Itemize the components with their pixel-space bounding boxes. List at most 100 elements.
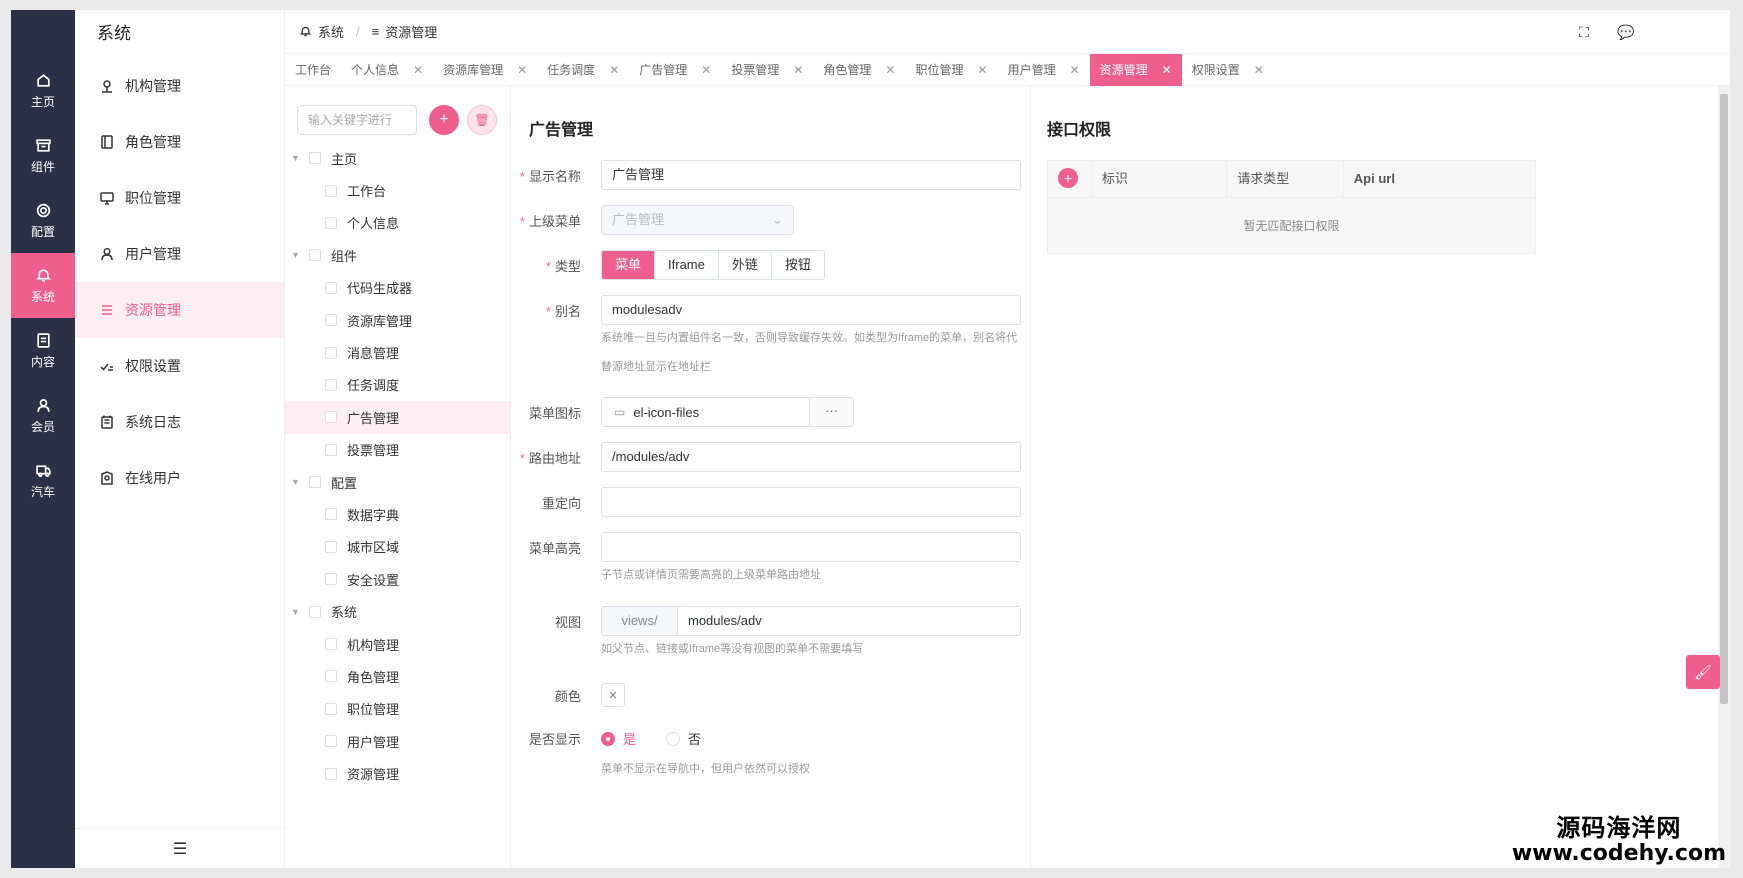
caret-down-icon[interactable]: ▼: [291, 250, 303, 260]
rail-item-home[interactable]: 主页: [11, 58, 75, 123]
tree-leaf-node[interactable]: 城市区域: [285, 531, 510, 563]
sub-item-log[interactable]: 系统日志: [75, 394, 284, 450]
tree-node-checkbox[interactable]: [325, 702, 337, 715]
chat-icon[interactable]: 💬: [1617, 24, 1634, 40]
tree-leaf-node[interactable]: 资源管理: [285, 757, 510, 789]
tree-node-checkbox[interactable]: [325, 314, 337, 327]
icon-picker-more-button[interactable]: ···: [809, 398, 853, 426]
type-option-iframe[interactable]: Iframe: [655, 251, 719, 279]
tree-leaf-node[interactable]: 用户管理: [285, 725, 510, 757]
theme-settings-button[interactable]: 🖌: [1686, 655, 1720, 689]
fullscreen-icon[interactable]: ⛶: [1576, 24, 1592, 40]
view-input[interactable]: views/ modules/adv: [601, 606, 1021, 636]
close-icon[interactable]: ✕: [609, 54, 619, 86]
tree-group-node[interactable]: ▼ 主页: [285, 142, 510, 174]
parent-menu-select[interactable]: 广告管理 ⌄: [601, 205, 794, 235]
caret-down-icon[interactable]: ▼: [291, 477, 303, 487]
tab-permissions[interactable]: 权限设置 ✕: [1182, 54, 1274, 86]
tree-node-checkbox[interactable]: [325, 443, 337, 456]
scrollbar-thumb[interactable]: [1720, 94, 1728, 704]
tab-users[interactable]: 用户管理 ✕: [998, 54, 1090, 86]
tab-scheduler[interactable]: 任务调度 ✕: [537, 54, 629, 86]
close-icon[interactable]: ✕: [517, 54, 527, 86]
type-option-menu[interactable]: 菜单: [602, 251, 656, 279]
tree-leaf-node[interactable]: 工作台: [285, 174, 510, 206]
tree-leaf-node[interactable]: 投票管理: [285, 434, 510, 466]
caret-down-icon[interactable]: ▼: [291, 607, 303, 617]
tree-leaf-node[interactable]: 数据字典: [285, 498, 510, 530]
rail-item-member[interactable]: 会员: [11, 383, 75, 448]
breadcrumb-item[interactable]: 系统: [318, 22, 344, 41]
tree-node-checkbox[interactable]: [325, 508, 337, 521]
tree-node-checkbox[interactable]: [325, 184, 337, 197]
display-name-input[interactable]: 广告管理: [601, 160, 1021, 190]
tree-node-checkbox[interactable]: [309, 605, 321, 618]
tree-node-checkbox[interactable]: [309, 152, 321, 165]
rail-item-content[interactable]: 内容: [11, 318, 75, 383]
close-icon[interactable]: ✕: [978, 54, 988, 86]
tree-node-checkbox[interactable]: [325, 346, 337, 359]
rail-item-config[interactable]: 配置: [11, 188, 75, 253]
tree-node-checkbox[interactable]: [325, 670, 337, 683]
alias-input[interactable]: modulesadv: [601, 295, 1021, 325]
tree-search-input[interactable]: 输入关键字进行: [297, 105, 417, 135]
tree-node-checkbox[interactable]: [325, 378, 337, 391]
add-node-button[interactable]: +: [429, 105, 459, 135]
page-scrollbar[interactable]: [1718, 86, 1730, 868]
add-api-button[interactable]: +: [1058, 168, 1078, 188]
sub-item-org[interactable]: 机构管理: [75, 58, 284, 114]
sub-item-role[interactable]: 角色管理: [75, 114, 284, 170]
sub-item-position[interactable]: 职位管理: [75, 170, 284, 226]
tree-node-checkbox[interactable]: [325, 735, 337, 748]
tab-resource-lib[interactable]: 资源库管理 ✕: [433, 54, 537, 86]
close-icon[interactable]: ✕: [1162, 54, 1172, 86]
tree-group-node[interactable]: ▼ 系统: [285, 595, 510, 627]
tab-profile[interactable]: 个人信息 ✕: [341, 54, 433, 86]
tab-roles[interactable]: 角色管理 ✕: [813, 54, 905, 86]
close-icon[interactable]: ✕: [1070, 54, 1080, 86]
tree-leaf-node[interactable]: 资源库管理: [285, 304, 510, 336]
tree-node-checkbox[interactable]: [325, 573, 337, 586]
rail-item-system[interactable]: 系统: [11, 253, 75, 318]
tree-node-checkbox[interactable]: [325, 767, 337, 780]
caret-down-icon[interactable]: ▼: [291, 153, 303, 163]
delete-node-button[interactable]: 🗑: [467, 105, 497, 135]
menu-icon-value[interactable]: ▭ el-icon-files: [602, 405, 809, 420]
tree-node-checkbox[interactable]: [309, 476, 321, 489]
tree-leaf-node[interactable]: 消息管理: [285, 336, 510, 368]
rail-item-components[interactable]: 组件: [11, 123, 75, 188]
tree-group-node[interactable]: ▼ 组件: [285, 239, 510, 271]
tab-positions[interactable]: 职位管理 ✕: [905, 54, 997, 86]
visible-no-radio[interactable]: 否: [666, 729, 701, 748]
tree-node-checkbox[interactable]: [325, 216, 337, 229]
close-icon[interactable]: ✕: [701, 54, 711, 86]
sub-item-resource[interactable]: 资源管理: [75, 282, 284, 338]
tree-leaf-node[interactable]: 职位管理: [285, 693, 510, 725]
type-option-button[interactable]: 按钮: [772, 251, 824, 279]
rail-item-car[interactable]: 汽车: [11, 448, 75, 513]
tree-group-node[interactable]: ▼ 配置: [285, 466, 510, 498]
highlight-input[interactable]: [601, 532, 1021, 562]
tree-leaf-node[interactable]: 代码生成器: [285, 272, 510, 304]
sub-item-permission[interactable]: 权限设置: [75, 338, 284, 394]
close-icon[interactable]: ✕: [1254, 54, 1264, 86]
close-icon[interactable]: ✕: [885, 54, 895, 86]
tree-leaf-node[interactable]: 任务调度: [285, 369, 510, 401]
tab-ads[interactable]: 广告管理 ✕: [629, 54, 721, 86]
tab-resources[interactable]: 资源管理 ✕: [1089, 53, 1182, 86]
tree-node-checkbox[interactable]: [325, 638, 337, 651]
close-icon[interactable]: ✕: [793, 54, 803, 86]
redirect-input[interactable]: [601, 487, 1021, 517]
tree-leaf-node[interactable]: 个人信息: [285, 207, 510, 239]
type-option-link[interactable]: 外链: [719, 251, 772, 279]
tab-votes[interactable]: 投票管理 ✕: [721, 54, 813, 86]
tree-node-checkbox[interactable]: [325, 411, 337, 424]
sub-item-online[interactable]: 在线用户: [75, 450, 284, 506]
tree-node-checkbox[interactable]: [325, 540, 337, 553]
color-picker[interactable]: ✕: [601, 683, 625, 707]
tree-node-checkbox[interactable]: [325, 281, 337, 294]
tree-leaf-node[interactable]: 机构管理: [285, 628, 510, 660]
tree-leaf-node[interactable]: 广告管理: [285, 401, 510, 434]
collapse-menu-button[interactable]: ☰: [75, 828, 285, 868]
close-icon[interactable]: ✕: [413, 54, 423, 86]
